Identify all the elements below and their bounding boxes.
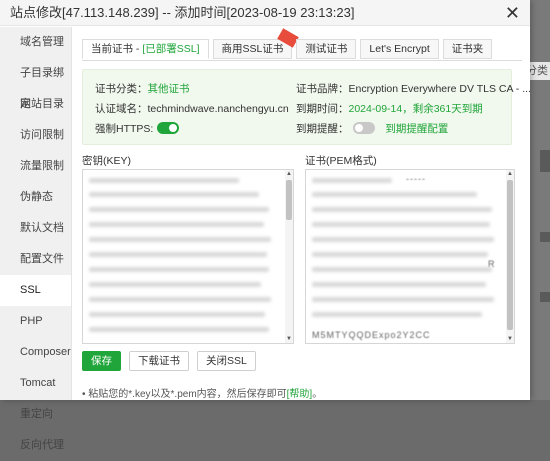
ssl-tabs: 当前证书 - [已部署SSL] 商用SSL证书 测试证书 Let's Encry… [82, 28, 496, 61]
cert-type-value: 其他证书 [147, 83, 190, 95]
ssl-panel: 当前证书 - [已部署SSL] 商用SSL证书 测试证书 Let's Encry… [72, 27, 531, 400]
background-bar [540, 232, 550, 242]
sidebar-item-php[interactable]: PHP [0, 306, 71, 337]
scroll-down-icon[interactable]: ▼ [285, 335, 293, 343]
close-ssl-button[interactable]: 关闭SSL [197, 351, 256, 371]
site-edit-dialog: 站点修改[47.113.148.239] -- 添加时间[2023-08-19 … [0, 0, 531, 451]
tab-commercial-ssl[interactable]: 商用SSL证书 [212, 28, 300, 59]
cert-expire-label: 到期时间： [296, 103, 349, 115]
sidebar-item-composer[interactable]: Composer [0, 337, 71, 368]
blurred-text [312, 192, 477, 197]
blurred-text [312, 222, 490, 227]
blurred-text [312, 252, 488, 257]
sidebar-item-site-dir[interactable]: 网站目录 [0, 89, 71, 120]
expire-remind-toggle[interactable] [352, 122, 375, 134]
sidebar-item-subdir[interactable]: 子目录绑定 [0, 58, 71, 110]
tab-test-cert[interactable]: 测试证书 [296, 39, 357, 59]
sidebar-item-rewrite[interactable]: 伪静态 [0, 182, 71, 213]
sidebar-item-config[interactable]: 配置文件 [0, 244, 71, 275]
sidebar-item-tomcat[interactable]: Tomcat [0, 368, 71, 399]
blurred-text [89, 192, 259, 197]
key-scrollbar[interactable]: ▲ ▼ [285, 170, 293, 343]
blurred-text [312, 312, 482, 317]
blurred-text [312, 207, 492, 212]
scroll-up-icon[interactable]: ▲ [506, 170, 514, 178]
force-https-row: 强制HTTPS: [95, 121, 180, 136]
cert-brand-value: Encryption Everywhere DV TLS CA - ... [348, 83, 531, 95]
key-textarea[interactable]: ▲ ▼ [82, 169, 294, 344]
blurred-text [89, 327, 269, 332]
tab-label: 商用SSL证书 [221, 43, 284, 55]
blurred-text [89, 222, 264, 227]
blurred-text [89, 297, 271, 302]
scroll-thumb[interactable] [507, 180, 513, 330]
tab-label: 当前证书 - [91, 43, 143, 55]
blurred-text [89, 267, 269, 272]
blurred-text [89, 207, 269, 212]
cert-info-box: 证书分类：其他证书 认证域名：techmindwave.nanchengyu.c… [82, 69, 531, 145]
key-label: 密钥(KEY) [82, 155, 132, 167]
sidebar-item-default-doc[interactable]: 默认文档 [0, 213, 71, 244]
blurred-text [312, 282, 486, 287]
tab-lets-encrypt[interactable]: Let's Encrypt [360, 39, 439, 59]
cert-fragment: M5MTYQQDExpo2Y2CC [312, 330, 431, 340]
hint-text: • 粘贴您的*.key以及*.pem内容，然后保存即可[帮助]。 [82, 385, 322, 400]
help-link[interactable]: [帮助] [287, 389, 313, 400]
expire-remind-label: 到期提醒： [296, 123, 349, 135]
cert-textarea[interactable]: ----- R M5MTYQQDExpo2Y2CC ▲ ▼ [305, 169, 515, 344]
tab-label: 证书夹 [451, 43, 484, 55]
sidebar-item-redirect[interactable]: 重定向 [0, 399, 71, 430]
tab-label: Let's Encrypt [369, 43, 430, 55]
blurred-text [312, 267, 492, 272]
hint-body: 粘贴您的*.key以及*.pem内容，然后保存即可 [85, 389, 287, 400]
expire-remind-row: 到期提醒： 到期提醒配置 [296, 121, 448, 136]
blurred-text [89, 282, 261, 287]
sidebar-item-reverse-proxy[interactable]: 反向代理 [0, 430, 71, 461]
blurred-text [312, 297, 494, 302]
sidebar: 域名管理 子目录绑定 网站目录 访问限制 流量限制 伪静态 默认文档 配置文件 … [0, 27, 72, 451]
save-button[interactable]: 保存 [82, 351, 121, 371]
blurred-text [89, 237, 271, 242]
sidebar-item-domain[interactable]: 域名管理 [0, 27, 71, 58]
cert-scrollbar[interactable]: ▲ ▼ [506, 170, 514, 343]
cert-label: 证书(PEM格式) [305, 155, 377, 167]
blurred-text [89, 252, 267, 257]
cert-type-label: 证书分类： [95, 83, 148, 95]
tab-divider [82, 60, 522, 61]
cert-brand-label: 证书品牌： [296, 83, 349, 95]
tab-label: 测试证书 [305, 43, 348, 55]
force-https-label: 强制HTTPS: [95, 123, 154, 135]
dialog-title: 站点修改[47.113.148.239] -- 添加时间[2023-08-19 … [0, 0, 530, 26]
background-bar [540, 150, 550, 172]
sidebar-item-access-limit[interactable]: 访问限制 [0, 120, 71, 151]
download-cert-button[interactable]: 下载证书 [129, 351, 189, 371]
cert-type-row: 证书分类：其他证书 [95, 81, 190, 96]
expire-remind-config-link[interactable]: 到期提醒配置 [385, 123, 448, 135]
scroll-up-icon[interactable]: ▲ [285, 170, 293, 178]
blurred-text [89, 312, 265, 317]
close-icon[interactable]: ✕ [505, 3, 520, 23]
scroll-down-icon[interactable]: ▼ [506, 335, 514, 343]
cert-expire-row: 到期时间：2024-09-14，剩余361天到期 [296, 101, 483, 116]
scroll-thumb[interactable] [286, 180, 292, 220]
sidebar-item-traffic-limit[interactable]: 流量限制 [0, 151, 71, 182]
sidebar-item-ssl[interactable]: SSL [0, 275, 71, 306]
tab-cert-folder[interactable]: 证书夹 [442, 39, 493, 59]
blurred-text [89, 178, 239, 183]
force-https-toggle[interactable] [157, 122, 180, 134]
background-bar [540, 292, 550, 302]
hint-suffix: 。 [312, 389, 323, 400]
blurred-text [312, 178, 392, 183]
cert-domain-row: 认证域名：techmindwave.nanchengyu.cn [95, 101, 289, 116]
cert-domain-label: 认证域名： [95, 103, 148, 115]
tab-status: [已部署SSL] [142, 43, 200, 55]
blurred-text [312, 237, 494, 242]
cert-domain-value: techmindwave.nanchengyu.cn [147, 103, 289, 115]
cert-expire-value: 2024-09-14，剩余361天到期 [348, 103, 483, 115]
cert-fragment: ----- [406, 174, 426, 184]
action-buttons: 保存 下载证书 关闭SSL [82, 351, 264, 371]
tab-current-cert[interactable]: 当前证书 - [已部署SSL] [82, 39, 209, 59]
cert-brand-row: 证书品牌：Encryption Everywhere DV TLS CA - .… [296, 81, 531, 96]
